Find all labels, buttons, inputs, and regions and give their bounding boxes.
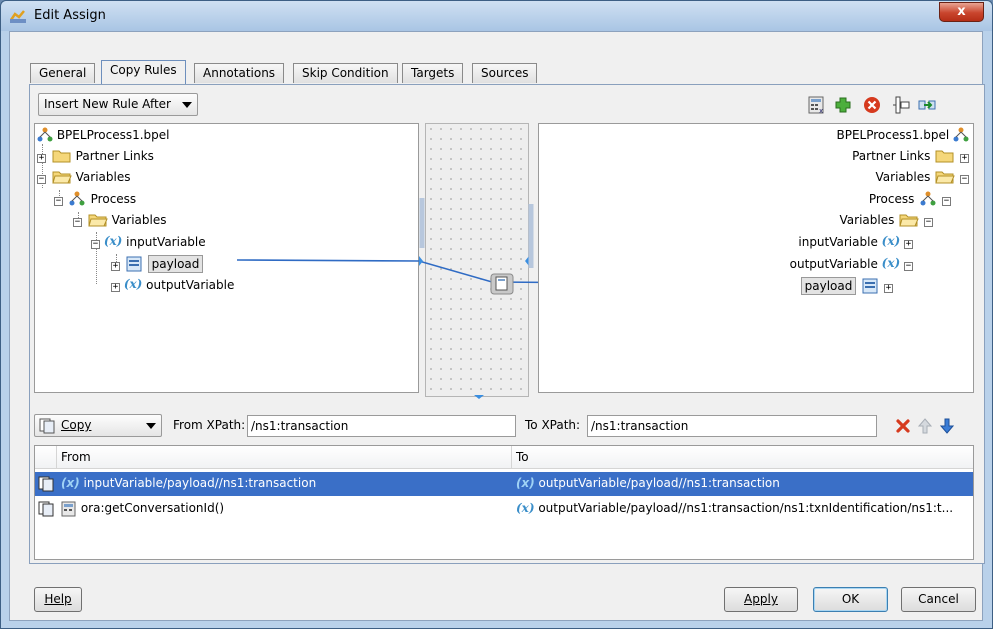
variable-icon: (x): [881, 234, 901, 248]
table-row[interactable]: (x) inputVariable/payload//ns1:transacti…: [35, 472, 973, 496]
path-variable-icon: (x): [61, 476, 80, 490]
from-xpath-input[interactable]: /ns1:transaction: [247, 415, 516, 437]
chevron-down-icon: [146, 423, 156, 429]
tree-label: outputVariable: [789, 256, 878, 271]
tree-label: Variables: [839, 212, 895, 227]
tree-node-process-variables[interactable]: Variables −: [839, 209, 933, 229]
table-header: From To: [35, 446, 973, 469]
tree-label: Process: [868, 191, 915, 206]
move-up-icon[interactable]: [918, 418, 932, 434]
collapse-icon[interactable]: −: [904, 262, 913, 271]
copy-function-node-icon[interactable]: [490, 273, 514, 295]
tree-node-payload[interactable]: payload +: [800, 275, 893, 295]
expand-icon[interactable]: +: [884, 284, 893, 293]
tree-label: payload: [800, 276, 857, 295]
from-xpath-label: From XPath:: [173, 418, 246, 432]
row-to-cell: (x) outputVariable/payload//ns1:transact…: [516, 472, 971, 496]
help-label: Help: [44, 592, 72, 606]
row-to-text: outputVariable/payload//ns1:transaction: [538, 476, 780, 490]
collapse-icon[interactable]: −: [942, 197, 951, 206]
row-from-cell: (x) inputVariable/payload//ns1:transacti…: [61, 472, 511, 496]
target-variable-tree[interactable]: BPELProcess1.bpel Partner Links + Variab…: [538, 123, 974, 393]
row-to-text: outputVariable/payload//ns1:transaction/…: [538, 501, 954, 515]
variable-icon: (x): [516, 501, 535, 515]
row-from-text: ora:getConversationId(): [80, 501, 225, 515]
apply-button[interactable]: Apply: [724, 587, 798, 612]
to-xpath-input[interactable]: /ns1:transaction: [587, 415, 877, 437]
cancel-label: Cancel: [918, 592, 959, 606]
tree-node-input-variable[interactable]: inputVariable (x) +: [798, 231, 913, 251]
tree-node-process[interactable]: Process −: [869, 188, 951, 208]
collapse-icon[interactable]: −: [924, 218, 933, 227]
row-to-cell: (x) outputVariable/payload//ns1:transact…: [516, 497, 971, 521]
tab-copy-rules[interactable]: Copy Rules: [101, 60, 186, 84]
copy-icon: [39, 418, 55, 434]
tree-node-variables[interactable]: Variables −: [875, 166, 969, 186]
copy-icon: [38, 501, 54, 517]
collapse-icon[interactable]: −: [960, 175, 969, 184]
tree-label: inputVariable: [798, 234, 878, 249]
tree-label: Variables: [875, 169, 931, 184]
process-icon: [920, 191, 936, 205]
folder-icon: [935, 150, 954, 162]
folder-open-icon: [899, 214, 919, 226]
tree-label: BPELProcess1.bpel: [836, 127, 950, 142]
header-from[interactable]: From: [57, 446, 512, 469]
table-row[interactable]: ora:getConversationId() (x) outputVariab…: [35, 497, 973, 521]
copy-rules-table[interactable]: From To (x) inputVariable/payload//ns1:t…: [34, 445, 974, 560]
delete-rule-icon[interactable]: [895, 418, 911, 434]
copy-icon: [38, 476, 54, 492]
move-down-icon[interactable]: [940, 418, 954, 434]
operation-value: Copy: [61, 418, 92, 432]
help-button[interactable]: Help: [34, 587, 82, 612]
expand-icon[interactable]: +: [904, 240, 913, 249]
tree-node-bpel-root[interactable]: BPELProcess1.bpel: [837, 124, 970, 144]
expand-icon[interactable]: +: [960, 154, 969, 163]
path-variable-icon: (x): [516, 476, 535, 490]
header-to[interactable]: To: [512, 446, 973, 469]
tree-label: Partner Links: [852, 148, 931, 163]
row-from-text: inputVariable/payload//ns1:transaction: [83, 476, 317, 490]
header-icon-column: [35, 446, 57, 469]
tree-node-output-variable[interactable]: outputVariable (x) −: [790, 253, 913, 273]
ok-button[interactable]: OK: [813, 587, 888, 612]
to-xpath-label: To XPath:: [525, 418, 581, 432]
ok-label: OK: [841, 592, 860, 606]
bpel-process-icon: [953, 127, 969, 141]
folder-open-icon: [935, 171, 955, 183]
element-icon: [862, 278, 878, 293]
cancel-button[interactable]: Cancel: [901, 587, 976, 612]
row-from-cell: ora:getConversationId(): [61, 497, 511, 521]
operation-dropdown[interactable]: Copy: [34, 414, 162, 437]
apply-label: Apply: [744, 592, 778, 606]
variable-icon: (x): [881, 256, 901, 270]
expression-icon: [61, 501, 76, 516]
tree-node-partner-links[interactable]: Partner Links +: [852, 145, 969, 165]
